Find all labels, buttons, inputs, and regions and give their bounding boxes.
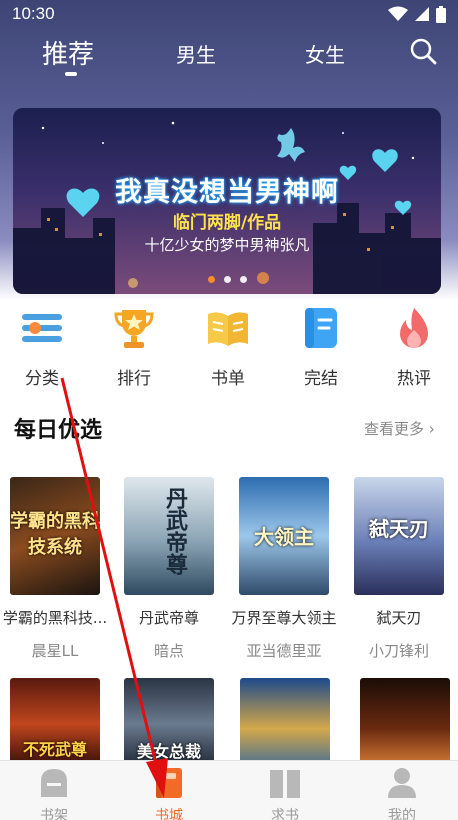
category-label: 完结 — [304, 369, 338, 389]
nav-item-bookstore[interactable]: 书城 — [129, 767, 209, 820]
cover-title: 大领主 — [254, 525, 314, 549]
book-card[interactable]: 弑天刃 弑天刃 小刀锋利 — [344, 477, 454, 661]
book-cover[interactable]: 不死武尊 — [10, 678, 100, 770]
signal-icon — [415, 7, 429, 21]
book-author: 亚当德里亚 — [246, 642, 322, 660]
nav-item-bookshelf[interactable]: 书架 — [14, 767, 94, 820]
book-open-icon — [208, 312, 248, 346]
pagination-dot[interactable] — [223, 276, 231, 283]
cover-title: 不死武尊 — [22, 740, 87, 759]
nav-label: 书城 — [155, 808, 183, 820]
chevron-right-icon: › — [428, 420, 435, 438]
tab-female[interactable]: 女生 — [305, 39, 345, 68]
book-title: 万界至尊大领主 — [231, 609, 337, 627]
tab-indicator — [65, 72, 77, 76]
nav-item-profile[interactable]: 我的 — [362, 767, 442, 820]
book-author: 暗点 — [153, 642, 184, 660]
book-title: 学霸的黑科技... — [2, 609, 108, 627]
book-cover: 丹武帝尊 — [124, 477, 214, 595]
category-label: 排行 — [117, 369, 151, 389]
view-more-label: 查看更多 — [364, 420, 425, 438]
request-book-icon — [270, 770, 300, 798]
battery-icon — [436, 5, 446, 23]
nav-label: 求书 — [271, 808, 299, 820]
banner-pagination — [13, 276, 441, 283]
book-cover: 弑天刃 — [354, 477, 444, 595]
category-label: 热评 — [397, 369, 431, 389]
nav-label: 书架 — [40, 808, 68, 820]
category-item-ranking[interactable]: 排行 — [92, 306, 176, 389]
status-bar: 10:30 — [0, 0, 458, 28]
category-item-booklist[interactable]: 书单 — [186, 306, 270, 389]
flame-icon — [400, 308, 428, 348]
banner-author: 临门两脚/作品 — [172, 213, 282, 233]
nav-item-request-book[interactable]: 求书 — [245, 767, 325, 820]
wifi-icon — [388, 6, 408, 21]
book-cover: 学霸的黑科技系统 — [10, 477, 100, 595]
book-cover[interactable]: 美女总裁 — [124, 678, 214, 770]
book-cover[interactable] — [360, 678, 450, 770]
cover-title: 弑天刃 — [369, 517, 429, 541]
bookstore-icon — [156, 768, 182, 798]
section-title-daily-picks: 每日优选 — [14, 418, 103, 443]
category-label: 书单 — [211, 369, 245, 389]
cover-title: 美女总裁 — [136, 742, 201, 761]
book-cover: 大领主 — [239, 477, 329, 595]
tab-male[interactable]: 男生 — [176, 39, 216, 68]
category-label: 分类 — [25, 369, 59, 389]
category-item-classify[interactable]: 分类 — [0, 306, 84, 389]
promo-banner[interactable]: 我真没想当男神啊 临门两脚/作品 十亿少女的梦中男神张凡 — [13, 108, 441, 294]
bottom-navigation: 书架 书城 求书 我的 — [0, 760, 458, 820]
category-item-completed[interactable]: 完结 — [279, 306, 363, 389]
tab-recommend[interactable]: 推荐 — [42, 34, 94, 71]
category-item-hot-reviews[interactable]: 热评 — [372, 306, 456, 389]
search-icon[interactable] — [408, 36, 438, 66]
book-card[interactable]: 大领主 万界至尊大领主 亚当德里亚 — [229, 477, 339, 661]
pagination-dot[interactable] — [239, 276, 247, 283]
bookshelf-icon — [41, 769, 67, 797]
cover-title: 学霸的黑科技系统 — [10, 511, 100, 558]
category-shortcuts: 分类 排行 书单 完结 热评 — [0, 306, 458, 389]
notebook-icon — [305, 308, 337, 348]
book-author: 小刀锋利 — [368, 642, 429, 660]
trophy-icon — [114, 310, 154, 348]
book-cover[interactable] — [240, 678, 330, 770]
cover-title: 丹武帝尊 — [162, 487, 187, 575]
category-icon — [22, 314, 62, 342]
status-time: 10:30 — [12, 4, 55, 23]
book-author: 晨星LL — [31, 642, 79, 660]
book-title: 弑天刃 — [376, 609, 422, 627]
top-tabs: 推荐 男生 女生 — [0, 30, 458, 80]
view-more-link[interactable]: 查看更多 › — [364, 418, 435, 439]
book-card[interactable]: 学霸的黑科技系统 学霸的黑科技... 晨星LL — [0, 477, 110, 661]
book-title: 丹武帝尊 — [138, 609, 199, 627]
status-icons — [388, 5, 446, 23]
banner-title: 我真没想当男神啊 — [115, 177, 339, 208]
book-card[interactable]: 丹武帝尊 丹武帝尊 暗点 — [114, 477, 224, 661]
banner-subtitle: 十亿少女的梦中男神张凡 — [144, 236, 310, 254]
nav-label: 我的 — [388, 808, 416, 820]
profile-icon — [388, 768, 416, 798]
pagination-dot[interactable] — [207, 276, 215, 283]
